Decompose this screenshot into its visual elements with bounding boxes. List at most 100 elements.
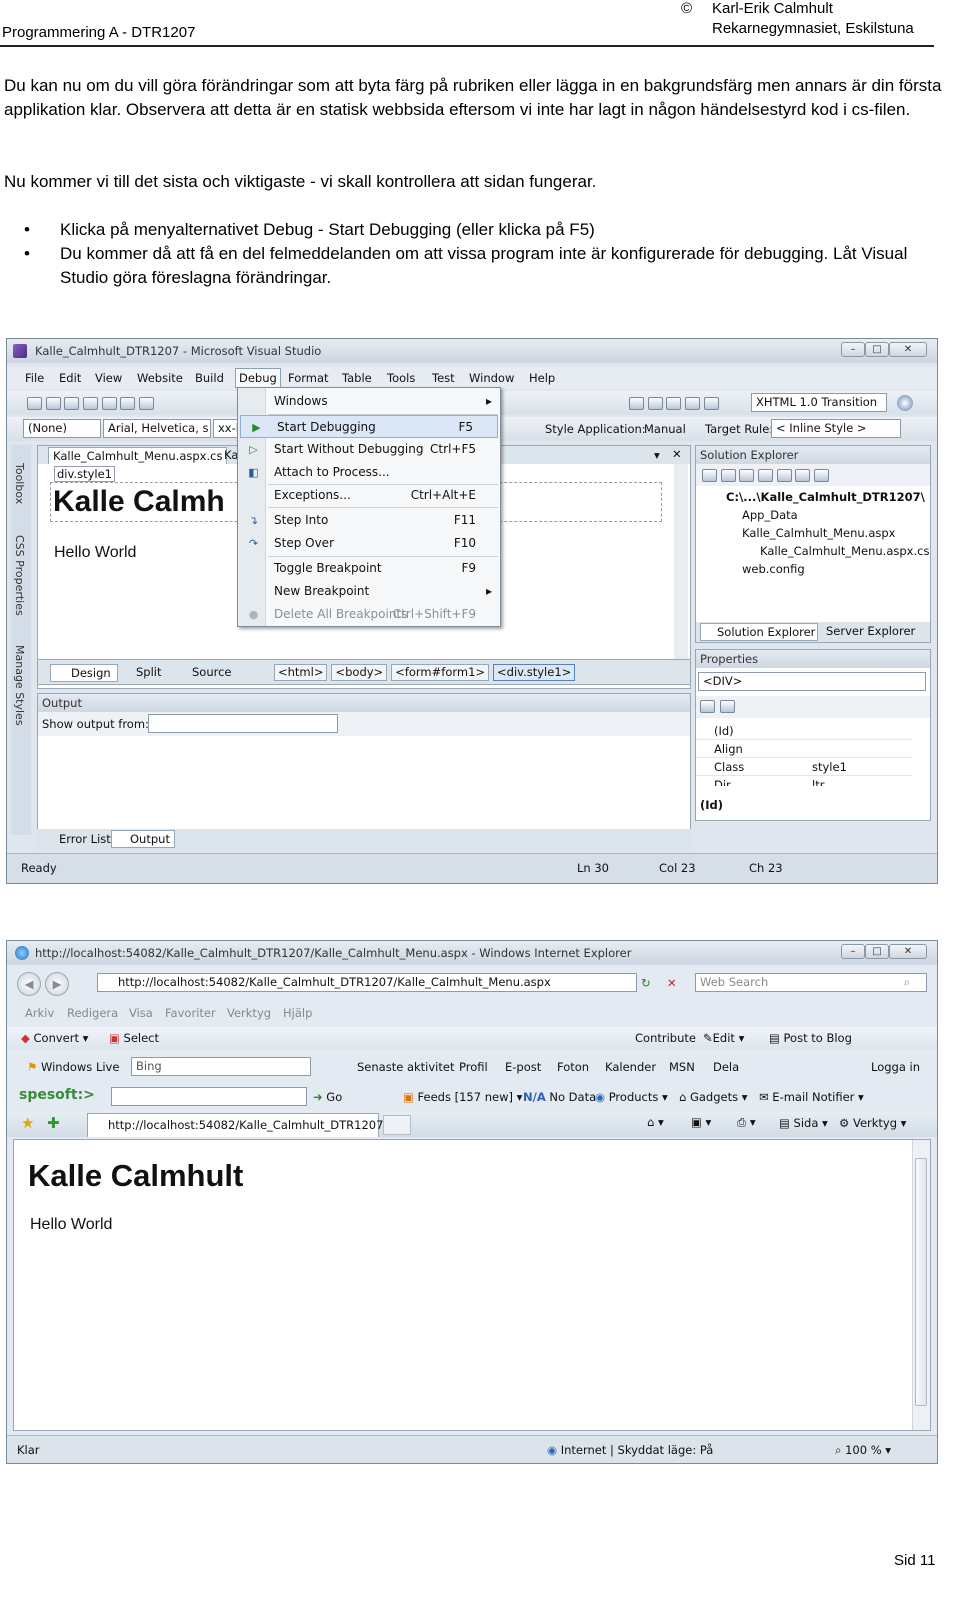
debug-menu-new-breakpoint[interactable]: New Breakpoint ▸ (238, 580, 500, 603)
design-view-button[interactable]: Design (50, 664, 118, 682)
tag-body[interactable]: <body> (331, 664, 388, 681)
refresh-icon[interactable]: ↻ (641, 976, 651, 990)
menu-website[interactable]: Website (137, 371, 183, 385)
no-data-button[interactable]: N/A No Data (523, 1090, 596, 1104)
close-button[interactable]: ✕ (889, 342, 927, 357)
menu-view[interactable]: View (95, 371, 122, 385)
sida-menu[interactable]: ▤ Sida ▾ (779, 1116, 828, 1130)
menu-help[interactable]: Help (529, 371, 555, 385)
menu-build[interactable]: Build (195, 371, 224, 385)
menu-edit[interactable]: Edit (59, 371, 81, 385)
debug-menu-start-debugging[interactable]: ▶ Start Debugging F5 (240, 415, 498, 438)
cut-icon[interactable] (120, 397, 136, 410)
open-icon[interactable] (64, 397, 80, 410)
se-item-aspx-cs[interactable]: Kalle_Calmhult_Menu.aspx.cs (760, 544, 929, 558)
debug-menu-step-into[interactable]: ↴ Step Into F11 (238, 509, 500, 532)
post-to-blog-button[interactable]: ▤ Post to Blog (769, 1031, 852, 1045)
prop-row[interactable]: (Id) (696, 722, 912, 740)
live-link[interactable]: Senaste aktivitet (357, 1060, 454, 1074)
ie-menu-arkiv[interactable]: Arkiv (25, 1006, 54, 1020)
list-icon[interactable] (666, 397, 682, 410)
logga-in-link[interactable]: Logga in (871, 1060, 920, 1074)
ie-menu-redigera[interactable]: Redigera (67, 1006, 118, 1020)
menu-test[interactable]: Test (432, 371, 455, 385)
menu-tools[interactable]: Tools (387, 371, 415, 385)
se-item-root[interactable]: C:\...\Kalle_Calmhult_DTR1207\ (724, 490, 925, 504)
copy-website-icon[interactable] (795, 469, 811, 482)
new-project-icon[interactable] (27, 397, 42, 410)
categorized-icon[interactable] (700, 699, 715, 713)
tab-close-icon[interactable]: ✕ (672, 447, 682, 461)
source-view-button[interactable]: Source (178, 665, 232, 679)
live-link[interactable]: Dela (713, 1060, 739, 1074)
live-link[interactable]: MSN (669, 1060, 695, 1074)
debug-menu-toggle-breakpoint[interactable]: Toggle Breakpoint F9 (238, 557, 500, 580)
ie-menu-favoriter[interactable]: Favoriter (165, 1006, 216, 1020)
nest-icon[interactable] (739, 469, 755, 482)
email-notifier-button[interactable]: ✉ E-mail Notifier ▾ (759, 1090, 864, 1104)
bing-search-input[interactable]: Bing (131, 1057, 311, 1076)
editor-scrollbar[interactable] (674, 464, 688, 664)
live-link[interactable]: Profil (459, 1060, 488, 1074)
feeds-button[interactable]: ▣ Feeds [157 new] ▾ (403, 1090, 522, 1104)
page-scrollbar[interactable] (912, 1140, 930, 1430)
se-item-web-config[interactable]: web.config (742, 562, 805, 576)
spesoft-search-input[interactable] (111, 1087, 307, 1106)
favorites-star-icon[interactable]: ★ (21, 1114, 34, 1132)
live-link[interactable]: E-post (505, 1060, 541, 1074)
tag-navigator[interactable]: <html> <body> <form#form1> <div.style1> (274, 664, 579, 681)
numbered-list-icon[interactable] (684, 397, 700, 410)
new-tab-button[interactable] (383, 1115, 411, 1135)
zoom-control[interactable]: ⌕ 100 % ▾ (835, 1443, 891, 1458)
style-dropdown[interactable]: (None) (23, 419, 101, 438)
server-explorer-tab[interactable]: Server Explorer (810, 624, 915, 638)
back-button[interactable]: ◀ (17, 972, 41, 996)
ie-menu-hjalp[interactable]: Hjälp (283, 1006, 312, 1020)
asp-config-icon[interactable] (813, 469, 829, 482)
ie-menu-visa[interactable]: Visa (129, 1006, 153, 1020)
home-icon[interactable]: ⌂ ▾ (647, 1115, 664, 1129)
output-tab[interactable]: Output (111, 830, 175, 848)
menu-table[interactable]: Table (342, 371, 372, 385)
menu-format[interactable]: Format (288, 371, 329, 385)
align-icon[interactable] (703, 397, 719, 410)
menu-debug[interactable]: Debug (235, 368, 281, 388)
ie-minimize-button[interactable]: – (841, 944, 865, 959)
save-icon[interactable] (82, 397, 98, 410)
target-rule-dropdown[interactable]: < Inline Style > (771, 419, 901, 438)
debug-menu-step-over[interactable]: ↷ Step Over F10 (238, 532, 500, 555)
alphabetical-icon[interactable] (720, 699, 735, 713)
products-button[interactable]: ◉ Products ▾ (595, 1090, 668, 1104)
feeds-icon[interactable]: ▣ ▾ (691, 1115, 711, 1129)
windows-live-button[interactable]: ⚑ Windows Live (27, 1060, 119, 1074)
toolbox-tab[interactable]: Toolbox (13, 463, 26, 504)
select-button[interactable]: ▣ Select (109, 1031, 159, 1045)
outdent-icon[interactable] (647, 397, 663, 410)
style-application-value[interactable]: Manual (644, 422, 686, 436)
view-code-icon[interactable] (757, 469, 773, 482)
refresh-icon[interactable] (720, 469, 736, 482)
add-favorites-icon[interactable]: ✚ (47, 1114, 60, 1132)
tag-form[interactable]: <form#form1> (391, 664, 490, 681)
split-view-button[interactable]: Split (122, 665, 162, 679)
error-list-tab[interactable]: Error List (41, 832, 115, 846)
font-dropdown[interactable]: Arial, Helvetica, s (103, 419, 211, 438)
prop-row[interactable]: Class style1 (696, 758, 912, 776)
tag-html[interactable]: <html> (274, 664, 328, 681)
ie-maximize-button[interactable]: □ (865, 944, 889, 959)
debug-menu-windows[interactable]: Windows ▸ (238, 390, 500, 413)
web-search-input[interactable]: Web Search ⌕ (695, 973, 927, 992)
live-link[interactable]: Foton (557, 1060, 589, 1074)
help-icon[interactable] (897, 395, 913, 411)
view-designer-icon[interactable] (776, 469, 792, 482)
output-source-dropdown[interactable] (148, 714, 338, 733)
debug-menu-exceptions[interactable]: Exceptions... Ctrl+Alt+E (238, 484, 500, 507)
search-icon[interactable]: ⌕ (904, 974, 910, 991)
editor-tab-active[interactable]: Kalle_Calmhult_Menu.aspx.cs (48, 447, 228, 464)
properties-selector[interactable]: <DIV> (698, 672, 926, 691)
forward-button[interactable]: ▶ (45, 972, 69, 996)
menu-window[interactable]: Window (469, 371, 514, 385)
toolbar-icons-left[interactable] (27, 396, 154, 410)
address-bar[interactable]: http://localhost:54082/Kalle_Calmhult_DT… (97, 973, 637, 992)
add-item-icon[interactable] (45, 397, 61, 410)
